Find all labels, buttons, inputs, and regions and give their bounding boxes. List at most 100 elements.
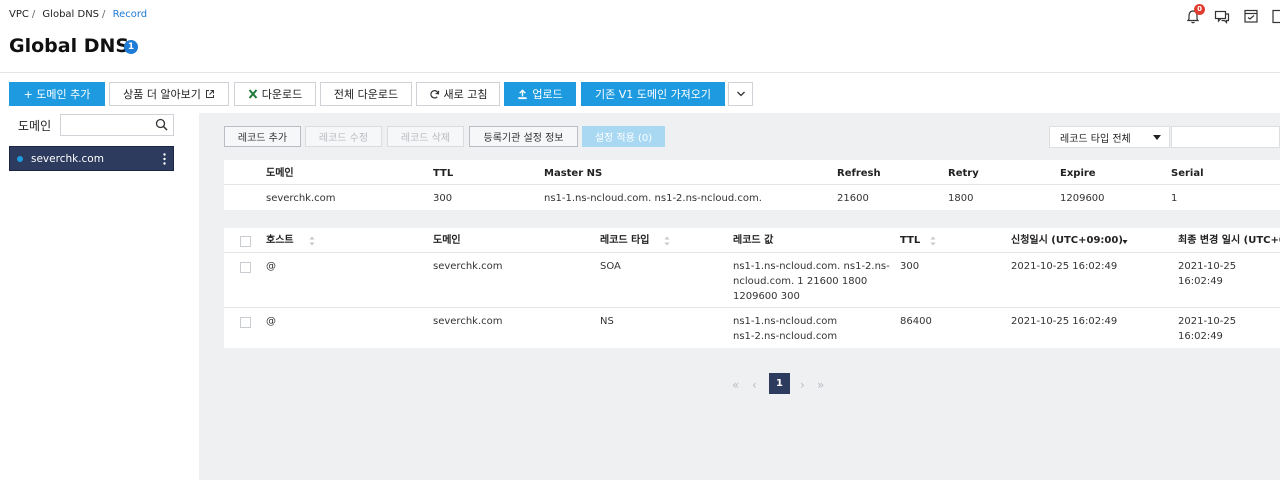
edit-record-button[interactable]: 레코드 수정 <box>305 126 382 147</box>
calendar-icon[interactable] <box>1243 8 1259 24</box>
delete-record-button[interactable]: 레코드 삭제 <box>387 126 464 147</box>
page-title: Global DNS <box>9 35 130 57</box>
upload-label: 업로드 <box>532 88 563 101</box>
import-v1-domain-button[interactable]: 기존 V1 도메인 가져오기 <box>581 82 725 106</box>
pagination-current-page[interactable]: 1 <box>769 373 790 394</box>
chevron-down-icon <box>736 91 745 97</box>
breadcrumb-separator: / <box>102 9 106 20</box>
more-dropdown-button[interactable] <box>728 82 753 106</box>
notification-badge: 0 <box>1194 4 1205 15</box>
sidebar-domain-item[interactable]: severchk.com <box>9 146 174 171</box>
upload-icon <box>518 88 527 99</box>
record-table-header: 호스트 도메인 레코드 타입 레코드 값 TTL 신청일시 (UTC+09:00… <box>224 228 1280 253</box>
document-icon[interactable] <box>1272 8 1280 24</box>
breadcrumb-item-vpc[interactable]: VPC <box>9 9 29 20</box>
column-header: Expire <box>1060 168 1096 179</box>
chat-icon[interactable] <box>1214 9 1230 25</box>
table-cell-host: @ <box>266 316 276 327</box>
registrar-info-button[interactable]: 등록기관 설정 정보 <box>469 126 578 147</box>
upload-button[interactable]: 업로드 <box>504 82 576 106</box>
value-line: ns1-2.ns-ncloud.com <box>733 331 838 342</box>
column-header-value: 레코드 값 <box>733 235 774 246</box>
pagination-last[interactable]: » <box>817 378 824 392</box>
soa-table: 도메인 TTL Master NS Refresh Retry Expire S… <box>224 160 1280 210</box>
pagination-next[interactable]: › <box>800 378 805 392</box>
column-header: Serial <box>1171 168 1204 179</box>
table-cell: severchk.com <box>266 193 336 204</box>
column-header: TTL <box>433 168 454 179</box>
refresh-button[interactable]: 새로 고침 <box>416 82 500 106</box>
pagination-prev[interactable]: ‹ <box>752 378 757 392</box>
add-record-button[interactable]: 레코드 추가 <box>224 126 301 147</box>
row-checkbox[interactable] <box>240 317 251 328</box>
sort-icon[interactable] <box>664 236 670 246</box>
excel-icon <box>248 89 258 99</box>
header-divider <box>0 72 1280 73</box>
table-cell-ttl: 300 <box>900 261 920 272</box>
record-search-input[interactable] <box>1171 126 1280 148</box>
value-line: ncloud.com. 1 21600 1800 <box>733 276 868 287</box>
column-header: 도메인 <box>266 168 294 179</box>
column-header-modified[interactable]: 최종 변경 일시 (UTC+09 <box>1178 233 1280 248</box>
record-type-select[interactable]: 레코드 타입 전체 <box>1049 126 1170 148</box>
breadcrumb-item-global-dns[interactable]: Global DNS <box>42 9 99 20</box>
table-cell-modified: 2021-10-25 16:02:49 <box>1178 261 1237 287</box>
column-header-domain: 도메인 <box>433 235 461 246</box>
table-cell: 1 <box>1171 193 1178 204</box>
external-link-icon <box>205 90 214 98</box>
sidebar-domain-label: 도메인 <box>18 119 52 133</box>
sidebar-domain-name: severchk.com <box>31 152 104 165</box>
soa-table-row: severchk.com 300 ns1-1.ns-ncloud.com. ns… <box>224 185 1280 210</box>
column-header: Retry <box>948 168 979 179</box>
refresh-label: 새로 고침 <box>443 88 488 101</box>
column-header-type[interactable]: 레코드 타입 <box>600 233 649 248</box>
breadcrumb-item-record[interactable]: Record <box>113 9 148 20</box>
breadcrumb-separator: / <box>31 9 36 20</box>
title-badge: 1 <box>124 40 138 54</box>
select-all-checkbox[interactable] <box>240 236 251 247</box>
breadcrumb: VPC / Global DNS / Record <box>9 9 150 20</box>
domain-status-dot <box>17 155 23 162</box>
row-checkbox[interactable] <box>240 262 251 273</box>
value-line: ns1-1.ns-ncloud.com. ns1-2.ns- <box>733 261 890 272</box>
record-table: 호스트 도메인 레코드 타입 레코드 값 TTL 신청일시 (UTC+09:00… <box>224 228 1280 348</box>
sort-desc-icon[interactable] <box>1122 237 1128 247</box>
table-cell-created: 2021-10-25 16:02:49 <box>1011 316 1118 327</box>
table-cell: 21600 <box>837 193 869 204</box>
table-cell-modified: 2021-10-25 16:02:49 <box>1178 316 1237 342</box>
table-cell: 300 <box>433 193 453 204</box>
column-header-ttl[interactable]: TTL <box>900 233 920 248</box>
sort-icon[interactable] <box>309 236 315 246</box>
table-cell-value: ns1-1.ns-ncloud.com. ns1-2.ns- ncloud.co… <box>733 259 890 304</box>
download-label: 다운로드 <box>261 88 303 101</box>
add-domain-button[interactable]: + 도메인 추가 <box>9 82 105 106</box>
pagination-first[interactable]: « <box>732 378 739 392</box>
refresh-icon <box>429 89 439 99</box>
column-header: Refresh <box>837 168 881 179</box>
soa-table-header: 도메인 TTL Master NS Refresh Retry Expire S… <box>224 160 1280 185</box>
column-header-created[interactable]: 신청일시 (UTC+09:00) <box>1011 233 1123 248</box>
record-type-select-value: 레코드 타입 전체 <box>1060 133 1131 145</box>
learn-more-label: 상품 더 알아보기 <box>123 88 201 101</box>
column-header-host[interactable]: 호스트 <box>266 233 294 248</box>
download-all-button[interactable]: 전체 다운로드 <box>320 82 412 106</box>
table-row[interactable]: @ severchk.com SOA ns1-1.ns-ncloud.com. … <box>224 253 1280 308</box>
table-cell-value: ns1-1.ns-ncloud.com ns1-2.ns-ncloud.com <box>733 314 837 344</box>
table-cell-created: 2021-10-25 16:02:49 <box>1011 261 1118 272</box>
search-icon[interactable] <box>155 118 169 132</box>
apply-settings-button[interactable]: 설정 적용 (0) <box>582 126 665 147</box>
download-button[interactable]: 다운로드 <box>234 82 316 106</box>
kebab-icon[interactable] <box>163 153 166 165</box>
table-cell-ttl: 86400 <box>900 316 932 327</box>
learn-more-button[interactable]: 상품 더 알아보기 <box>109 82 229 106</box>
table-row[interactable]: @ severchk.com NS ns1-1.ns-ncloud.com ns… <box>224 308 1280 348</box>
table-cell-domain: severchk.com <box>433 261 503 272</box>
table-cell: 1800 <box>948 193 974 204</box>
value-line: 1209600 300 <box>733 291 800 302</box>
sort-icon[interactable] <box>930 236 936 246</box>
table-cell: 1209600 <box>1060 193 1105 204</box>
table-cell-type: NS <box>600 316 614 327</box>
table-cell-type: SOA <box>600 261 621 272</box>
value-line: ns1-1.ns-ncloud.com <box>733 316 838 327</box>
column-header: Master NS <box>544 168 603 179</box>
